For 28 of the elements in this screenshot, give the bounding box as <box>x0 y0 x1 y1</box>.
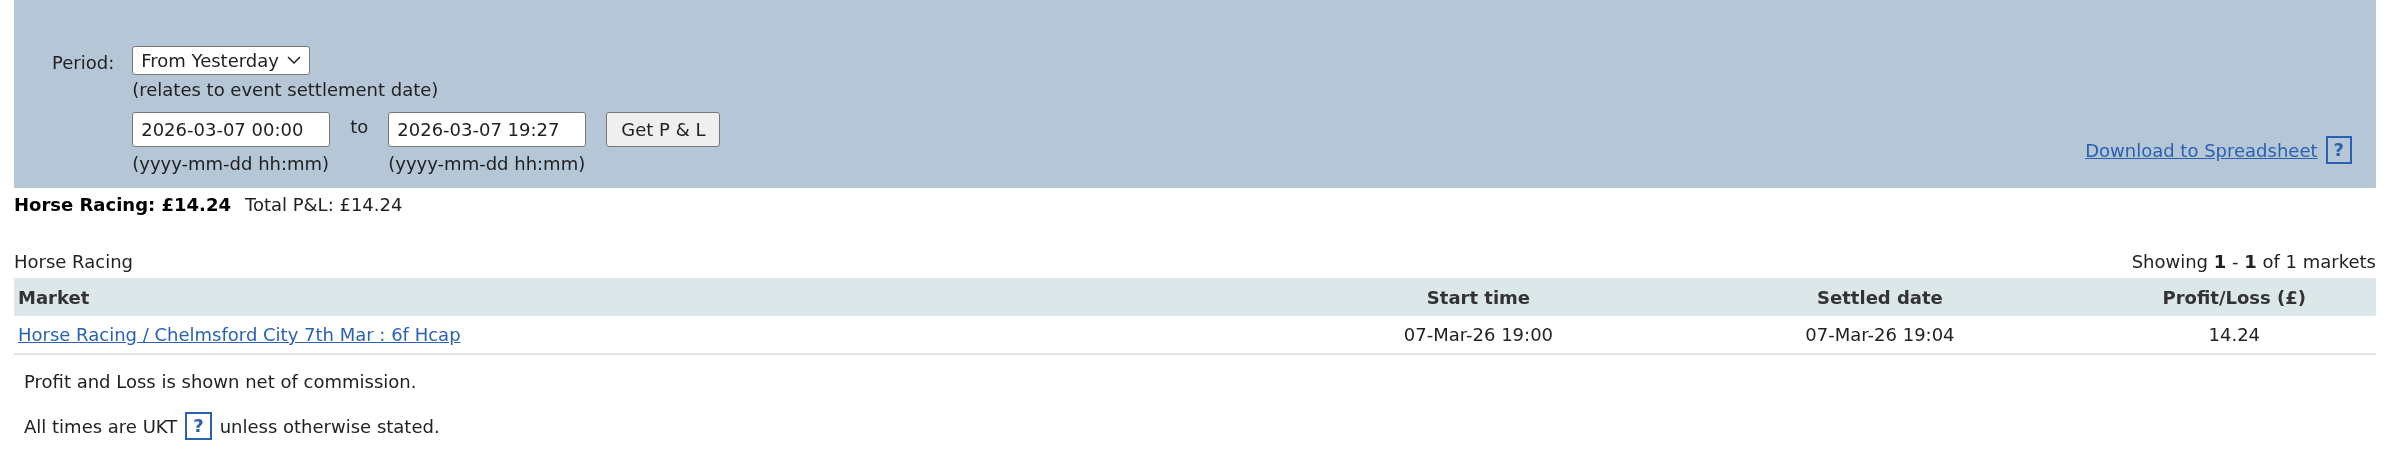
period-label: Period: <box>52 51 115 73</box>
column-header: Market <box>14 278 1290 316</box>
note-text: All times are UKT <box>24 415 178 437</box>
results-count: Showing 1 - 1 of 1 markets <box>2131 251 2376 272</box>
note-text: Profit and Loss is shown net of commission. <box>24 371 418 392</box>
help-button[interactable]: ? <box>2325 136 2352 164</box>
period-note: (relates to event settlement date) <box>132 79 440 100</box>
period-select[interactable]: From Yesterday <box>132 46 310 75</box>
table-cell: 07-Mar-26 19:04 <box>1667 316 2093 354</box>
date-format-hint: (yyyy-mm-dd hh:mm) <box>388 153 587 174</box>
from-date-field[interactable]: 2026-03-07 00:00 <box>132 112 331 147</box>
table-cell: 07-Mar-26 19:00 <box>1289 316 1668 354</box>
column-header: Start time <box>1289 278 1668 316</box>
download-link[interactable]: Download to Spreadsheet <box>2085 139 2318 161</box>
category-total: Horse Racing: £14.24 <box>14 194 231 215</box>
chevron-down-icon <box>286 56 301 65</box>
to-date-field[interactable]: 2026-03-07 19:27 <box>388 112 587 147</box>
table-cell: 14.24 <box>2092 316 2376 354</box>
market-link[interactable]: Horse Racing / Chelmsford City 7th Mar : 6f Hcap <box>18 324 461 345</box>
date-format-hint: (yyyy-mm-dd hh:mm) <box>132 153 331 174</box>
table-title: Horse Racing <box>14 251 133 272</box>
column-header: Settled date <box>1667 278 2093 316</box>
get-pl-button[interactable]: Get P & L <box>606 112 721 147</box>
total-pl: Total P&L: £14.24 <box>244 194 403 215</box>
column-header: Profit/Loss (£) <box>2092 278 2376 316</box>
note-text: unless otherwise stated. <box>219 415 440 437</box>
help-button[interactable]: ? <box>185 412 212 440</box>
to-label: to <box>350 116 369 137</box>
